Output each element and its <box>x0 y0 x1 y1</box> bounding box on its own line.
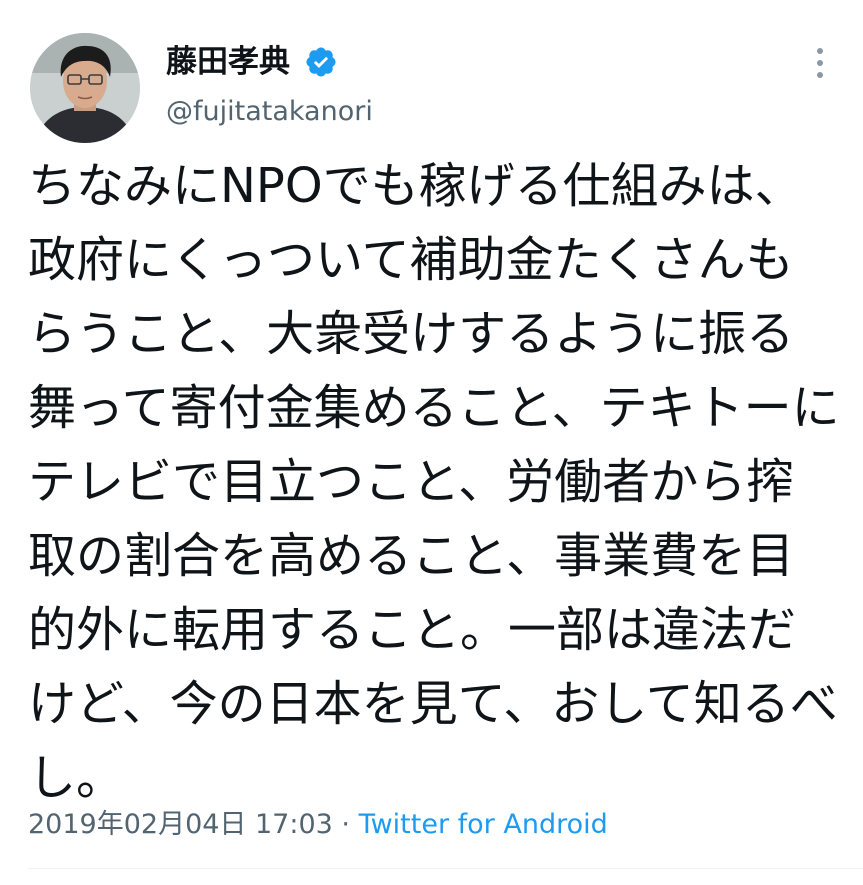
tweet-text-line: ちなみにNPOでも稼げる仕組みは、 <box>28 158 803 214</box>
profile-photo-icon <box>30 33 140 143</box>
divider <box>28 868 863 869</box>
tweet-text: ちなみにNPOでも稼げる仕組みは、 政府にくっついて補助金たくさんも らうこと、… <box>28 149 848 815</box>
tweet-text-line: らうこと、大衆受けするように振る <box>28 306 795 362</box>
tweet-text-line: 的外に転用すること。一部は違法だ <box>28 602 797 658</box>
more-options-icon-dot <box>817 60 823 66</box>
verified-badge-icon <box>306 47 336 77</box>
more-options-icon <box>817 48 823 54</box>
tweet-text-line: けど、今の日本を見て、おして知るべ <box>28 676 838 732</box>
avatar[interactable] <box>30 33 140 143</box>
tweet-card: 藤田孝典 @fujitatakanori ちなみにNPOでも稼げる仕組みは、 政… <box>0 0 863 885</box>
more-options-button[interactable] <box>800 40 840 86</box>
tweet-text-line: テレビで目立つこと、労働者から搾 <box>28 454 795 510</box>
tweet-source-link[interactable]: Twitter for Android <box>359 809 608 840</box>
tweet-text-line: 政府にくっついて補助金たくさんも <box>28 232 794 288</box>
tweet-timestamp[interactable]: 2019年02月04日 17:03 <box>28 809 333 840</box>
tweet-text-line: 取の割合を高めること、事業費を目 <box>28 528 795 584</box>
more-options-icon-dot <box>817 72 823 78</box>
author-name[interactable]: 藤田孝典 <box>166 40 290 84</box>
meta-separator: · <box>332 809 359 840</box>
author-handle[interactable]: @fujitatakanori <box>166 92 373 132</box>
tweet-meta: 2019年02月04日 17:03 · Twitter for Android <box>28 803 608 847</box>
tweet-text-line: 舞って寄付金集めること、テキトーに <box>28 380 840 436</box>
